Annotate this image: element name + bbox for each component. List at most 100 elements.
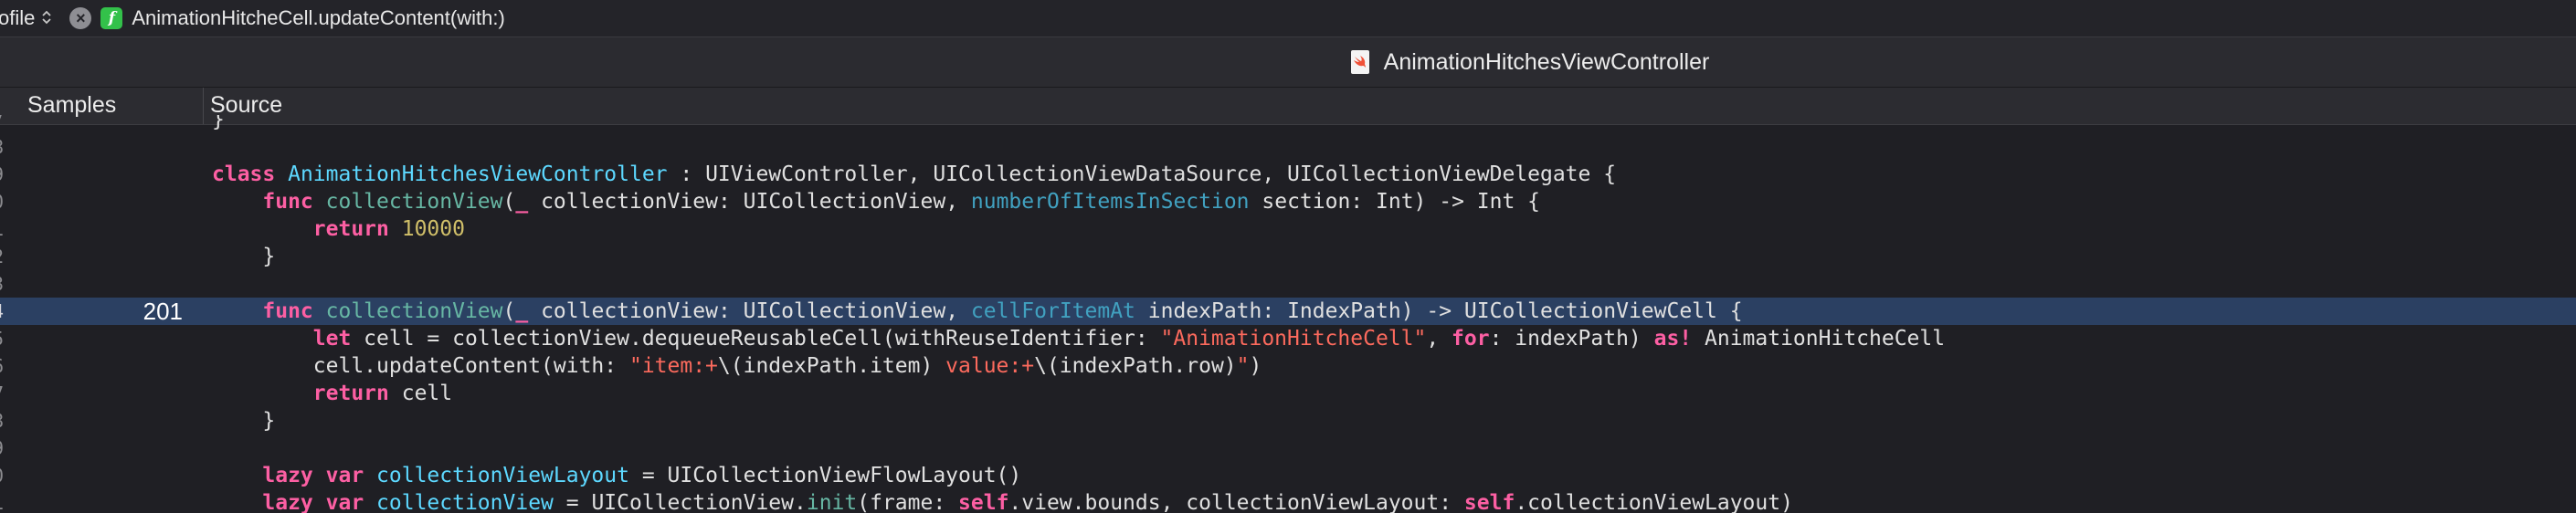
code-line[interactable]: 2 }: [0, 243, 2576, 270]
code-token-kw: return: [312, 382, 389, 405]
line-number: 7: [0, 115, 11, 133]
code-token-plain: \(indexPath.row): [1034, 354, 1237, 378]
code-token-kw: lazy var: [262, 464, 364, 487]
code-token-str: "item:+: [628, 354, 718, 378]
code-token-plain: .view.bounds, collectionViewLayout:: [1008, 491, 1464, 513]
code-token-kw: _: [515, 190, 529, 214]
code-line[interactable]: 0 lazy var collectionViewLayout = UIColl…: [0, 462, 2576, 489]
code-token-plain: .collectionViewLayout): [1515, 491, 1793, 513]
code-line[interactable]: 1 return 10000: [0, 215, 2576, 243]
code-token-plain: : indexPath): [1489, 327, 1654, 351]
code-token-plain: section: Int) -> Int {: [1249, 190, 1541, 214]
code-token-kw: self: [958, 491, 1009, 513]
code-token-num: 10000: [401, 217, 465, 241]
sample-count: 201: [143, 298, 183, 325]
code-token-plain: }: [212, 245, 276, 268]
code-token-fn: collectionView: [325, 299, 503, 323]
source-text: return 10000: [212, 215, 465, 243]
code-line[interactable]: 7}: [0, 115, 2576, 133]
code-line[interactable]: 8: [0, 133, 2576, 161]
line-number: 1: [0, 215, 11, 243]
jump-bar-function-name[interactable]: AnimationHitcheCell.updateContent(with:): [132, 6, 504, 30]
code-line[interactable]: 8 }: [0, 407, 2576, 434]
source-text: lazy var collectionViewLayout = UICollec…: [212, 462, 1021, 489]
code-token-plain: collectionView: UICollectionView,: [528, 190, 971, 214]
code-line[interactable]: 5 let cell = collectionView.dequeueReusa…: [0, 325, 2576, 352]
source-text: func collectionView(_ collectionView: UI…: [212, 298, 1743, 325]
line-number: 7: [0, 380, 11, 407]
line-number: 4: [0, 298, 11, 325]
code-line[interactable]: 0 func collectionView(_ collectionView: …: [0, 188, 2576, 215]
code-token-kw: let: [312, 327, 352, 351]
code-line[interactable]: 3: [0, 270, 2576, 298]
code-token-plain: (: [502, 299, 516, 323]
code-token-kw: return: [312, 217, 389, 241]
line-number: 5: [0, 325, 11, 352]
swift-file-icon: [1350, 50, 1369, 74]
code-token-plain: = UICollectionView.: [553, 491, 807, 513]
source-text: return cell: [212, 380, 452, 407]
code-token-arg: cellForItemAt: [970, 299, 1135, 323]
code-line[interactable]: 9: [0, 434, 2576, 462]
source-text: }: [212, 243, 275, 270]
code-token-plain: = UICollectionViewFlowLayout(): [628, 464, 1022, 487]
code-line[interactable]: 9 class AnimationHitchesViewController : …: [0, 161, 2576, 188]
code-token-plain: }: [212, 115, 225, 131]
line-number: 8: [0, 133, 11, 161]
code-token-plain: }: [212, 409, 276, 433]
code-token-kw: _: [515, 299, 529, 323]
line-number: 3: [0, 270, 11, 298]
line-number: 6: [0, 352, 11, 380]
code-token-plain: indexPath: IndexPath) -> UICollectionVie…: [1135, 299, 1743, 323]
source-text: class AnimationHitchesViewController : U…: [212, 161, 1616, 188]
code-token-plain: : UIViewController, UICollectionViewData…: [667, 162, 1617, 186]
line-number: 9: [0, 161, 11, 188]
code-token-str: value:+: [933, 354, 1035, 378]
code-token-kw: class: [212, 162, 276, 186]
up-down-chevron-icon[interactable]: [42, 10, 51, 27]
jump-bar-previous-item[interactable]: ofile: [0, 6, 51, 30]
code-token-ty: collectionView: [376, 491, 554, 513]
code-token-kw: as!: [1653, 327, 1693, 351]
code-token-fn: collectionView: [325, 190, 503, 214]
source-text: func collectionView(_ collectionView: UI…: [212, 188, 1540, 215]
source-code-view[interactable]: 7}89class AnimationHitchesViewController…: [0, 115, 2576, 513]
line-number: 9: [0, 434, 11, 462]
code-line[interactable]: 7 return cell: [0, 380, 2576, 407]
source-text: }: [212, 115, 225, 133]
line-number: 0: [0, 188, 11, 215]
code-line-highlighted[interactable]: 4 201 func collectionView(_ collectionVie…: [0, 298, 2576, 325]
code-token-str: ": [1236, 354, 1250, 378]
code-token-ty: collectionViewLayout: [376, 464, 629, 487]
close-icon[interactable]: ×: [69, 7, 92, 29]
code-token-plain: AnimationHitcheCell: [1692, 327, 1946, 351]
code-token-plain: (frame:: [857, 491, 959, 513]
code-token-plain: (: [502, 190, 516, 214]
source-text: }: [212, 407, 275, 434]
source-text: lazy var collectionView = UICollectionVi…: [212, 489, 1793, 513]
file-title: AnimationHitchesViewController: [1383, 48, 1710, 75]
code-token-plain: cell = collectionView.dequeueReusableCel…: [351, 327, 1161, 351]
code-token-ty: AnimationHitchesViewController: [288, 162, 668, 186]
jump-bar: ofile × f AnimationHitcheCell.updateCont…: [0, 0, 2576, 37]
source-text: let cell = collectionView.dequeueReusabl…: [212, 325, 1945, 352]
code-line[interactable]: 1 lazy var collectionView = UICollection…: [0, 489, 2576, 513]
code-token-kw: self: [1463, 491, 1515, 513]
code-token-plain: cell: [388, 382, 453, 405]
code-token-kw: for: [1452, 327, 1490, 351]
code-token-kw: lazy var: [262, 491, 364, 513]
code-token-kw: func: [262, 299, 313, 323]
code-token-plain: ,: [1426, 327, 1452, 351]
code-token-fn: init: [806, 491, 858, 513]
jump-bar-previous-label: ofile: [0, 6, 36, 29]
code-line[interactable]: 6 cell.updateContent(with: "item:+\(inde…: [0, 352, 2576, 380]
